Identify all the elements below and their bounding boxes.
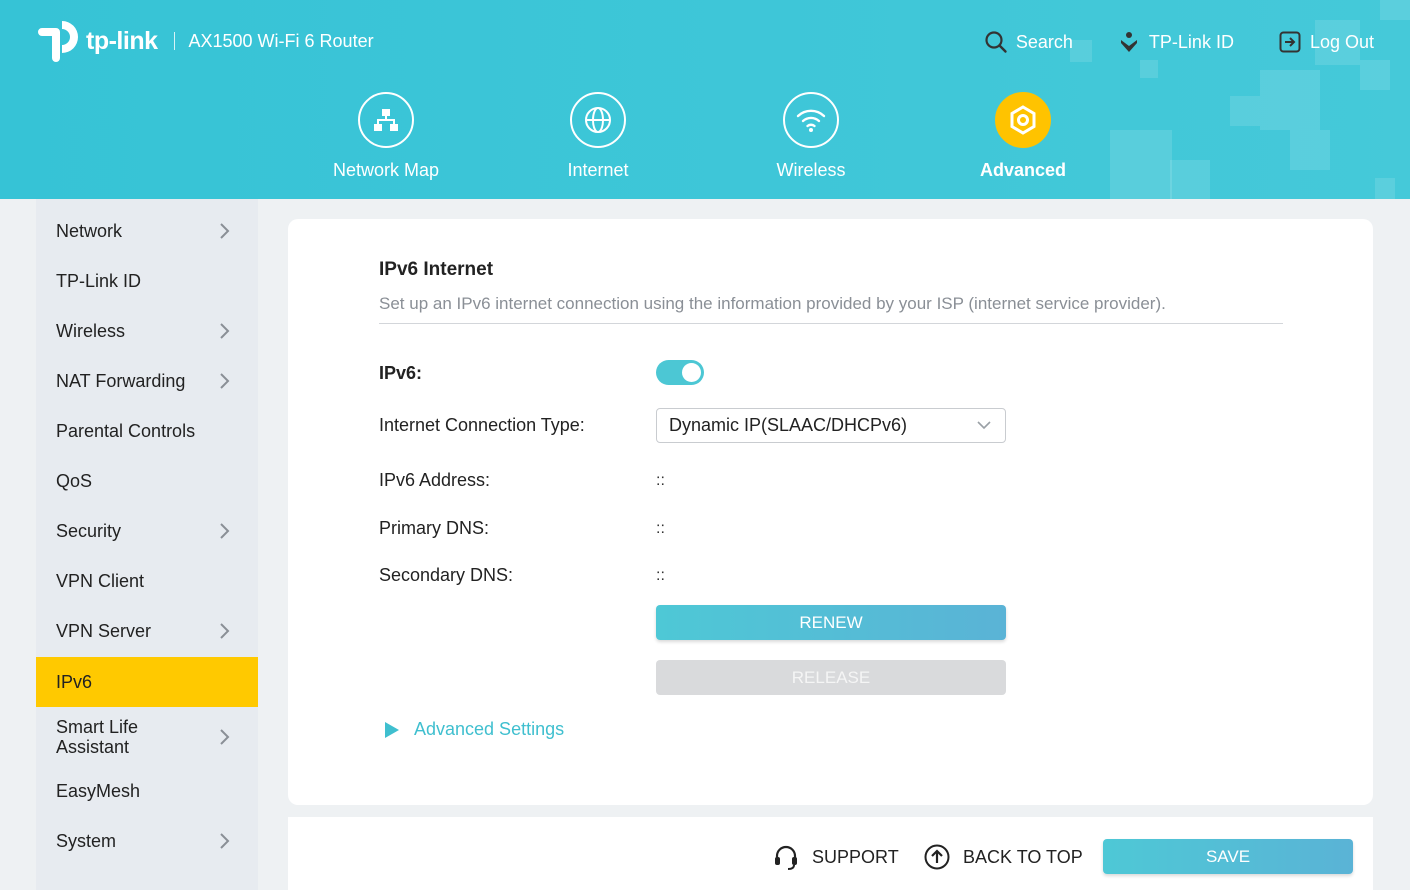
release-button[interactable]: RELEASE — [656, 660, 1006, 695]
sidebar-item-label: EasyMesh — [56, 780, 141, 801]
nav-wireless[interactable]: Wireless — [731, 92, 891, 181]
ipv6-settings-card: IPv6 Internet Set up an IPv6 internet co… — [288, 219, 1373, 805]
back-to-top-link[interactable]: BACK TO TOP — [923, 843, 1083, 871]
sidebar-item-label: Network — [56, 220, 123, 241]
save-button[interactable]: SAVE — [1103, 839, 1353, 874]
page-title: IPv6 Internet — [379, 259, 494, 280]
page-description: Set up an IPv6 internet connection using… — [379, 294, 1166, 313]
nav-advanced[interactable]: Advanced — [943, 92, 1103, 181]
primary-dns-label: Primary DNS: — [379, 518, 490, 538]
sidebar-item-label: IPv6 — [56, 671, 93, 692]
sidebar-item-vpn-server[interactable]: VPN Server — [36, 606, 258, 656]
chevron-right-icon — [220, 323, 230, 339]
sidebar-item-label: Security — [56, 520, 122, 541]
brand-logo[interactable]: tp-link AX1500 Wi-Fi 6 Router — [36, 18, 374, 64]
sidebar-item-label: Wireless — [56, 320, 126, 341]
ipv6-address-label: IPv6 Address: — [379, 470, 491, 490]
sidebar-item-label: VPN Client — [56, 570, 145, 591]
sidebar-item-label: Parental Controls — [56, 420, 196, 441]
network-map-icon — [358, 92, 414, 148]
chevron-right-icon — [220, 373, 230, 389]
sidebar-item-nat-forwarding[interactable]: NAT Forwarding — [36, 356, 258, 406]
ipv6-toggle-label: IPv6: — [379, 363, 423, 383]
ipv6-address-value: :: — [656, 472, 665, 489]
sidebar-item-label: TP-Link ID — [56, 270, 142, 291]
footer-bar: SUPPORT BACK TO TOP SAVE — [288, 817, 1373, 890]
headset-icon — [775, 845, 797, 870]
support-link[interactable]: SUPPORT — [772, 843, 899, 871]
tp-link-id-label: TP-Link ID — [1148, 31, 1234, 52]
router-model: AX1500 Wi-Fi 6 Router — [188, 30, 374, 51]
chevron-right-icon — [220, 833, 230, 849]
tp-link-id-button[interactable]: TP-Link ID — [1117, 30, 1234, 54]
primary-dns-value: :: — [656, 520, 665, 537]
chevron-right-icon — [220, 223, 230, 239]
logout-label: Log Out — [1309, 31, 1374, 52]
header: tp-link AX1500 Wi-Fi 6 Router Search TP-… — [0, 0, 1410, 199]
sidebar-item-label: VPN Server — [56, 620, 152, 641]
nav-network-map[interactable]: Network Map — [306, 92, 466, 181]
sidebar-item-parental-controls[interactable]: Parental Controls — [36, 406, 258, 456]
back-to-top-label: BACK TO TOP — [963, 846, 1083, 867]
sidebar-item-wireless[interactable]: Wireless — [36, 306, 258, 356]
renew-button[interactable]: RENEW — [656, 605, 1006, 640]
chevron-right-icon — [220, 623, 230, 639]
nav-label-internet: Internet — [567, 160, 629, 180]
sidebar-item-label: QoS — [56, 470, 93, 491]
nav-label-wireless: Wireless — [776, 160, 846, 180]
gear-icon — [995, 92, 1051, 148]
logo-divider — [173, 32, 175, 50]
toggle-knob — [682, 363, 701, 382]
triangle-right-icon — [385, 721, 399, 738]
secondary-dns-label: Secondary DNS: — [379, 565, 514, 585]
sidebar-item-smart-life-assistant[interactable]: Smart Life Assistant — [36, 712, 258, 762]
connection-type-label: Internet Connection Type: — [379, 415, 585, 435]
arrow-up-circle-icon — [924, 844, 950, 870]
tp-link-logo-icon — [36, 18, 82, 64]
sidebar-item-easymesh[interactable]: EasyMesh — [36, 766, 258, 816]
advanced-settings-toggle[interactable]: Advanced Settings — [384, 719, 564, 740]
user-icon — [1120, 32, 1137, 52]
sidebar-item-ipv6[interactable]: IPv6 — [36, 657, 258, 707]
support-label: SUPPORT — [812, 846, 899, 867]
sidebar-item-security[interactable]: Security — [36, 506, 258, 556]
nav-label-network-map: Network Map — [332, 160, 440, 180]
advanced-settings-label: Advanced Settings — [414, 719, 565, 739]
search-label: Search — [1015, 31, 1073, 52]
nav-internet[interactable]: Internet — [518, 92, 678, 181]
search-button[interactable]: Search — [984, 30, 1073, 54]
sidebar-item-tp-link-id[interactable]: TP-Link ID — [36, 256, 258, 306]
secondary-dns-value: :: — [656, 567, 665, 584]
sidebar-item-system[interactable]: System — [36, 816, 258, 866]
title-divider — [379, 323, 1283, 324]
sidebar: Network TP-Link ID Wireless NAT Forwardi… — [36, 199, 258, 890]
search-icon — [985, 31, 1007, 53]
globe-icon — [570, 92, 626, 148]
sidebar-item-label: NAT Forwarding — [56, 370, 186, 391]
wifi-icon — [783, 92, 839, 148]
sidebar-item-label: System — [56, 830, 117, 851]
brand-name: tp-link — [86, 26, 158, 55]
sidebar-item-label: Smart Life Assistant — [56, 717, 139, 757]
chevron-down-icon — [977, 421, 991, 430]
connection-type-select[interactable]: Dynamic IP(SLAAC/DHCPv6) — [656, 408, 1006, 443]
top-actions: Search TP-Link ID Log Out — [984, 30, 1374, 54]
nav-label-advanced: Advanced — [979, 160, 1067, 180]
sidebar-item-vpn-client[interactable]: VPN Client — [36, 556, 258, 606]
chevron-right-icon — [220, 729, 230, 745]
logout-button[interactable]: Log Out — [1278, 30, 1374, 54]
logout-icon — [1279, 31, 1301, 53]
chevron-right-icon — [220, 523, 230, 539]
ipv6-toggle[interactable] — [656, 360, 704, 385]
sidebar-item-network[interactable]: Network — [36, 206, 258, 256]
sidebar-item-qos[interactable]: QoS — [36, 456, 258, 506]
connection-type-value: Dynamic IP(SLAAC/DHCPv6) — [669, 415, 908, 435]
